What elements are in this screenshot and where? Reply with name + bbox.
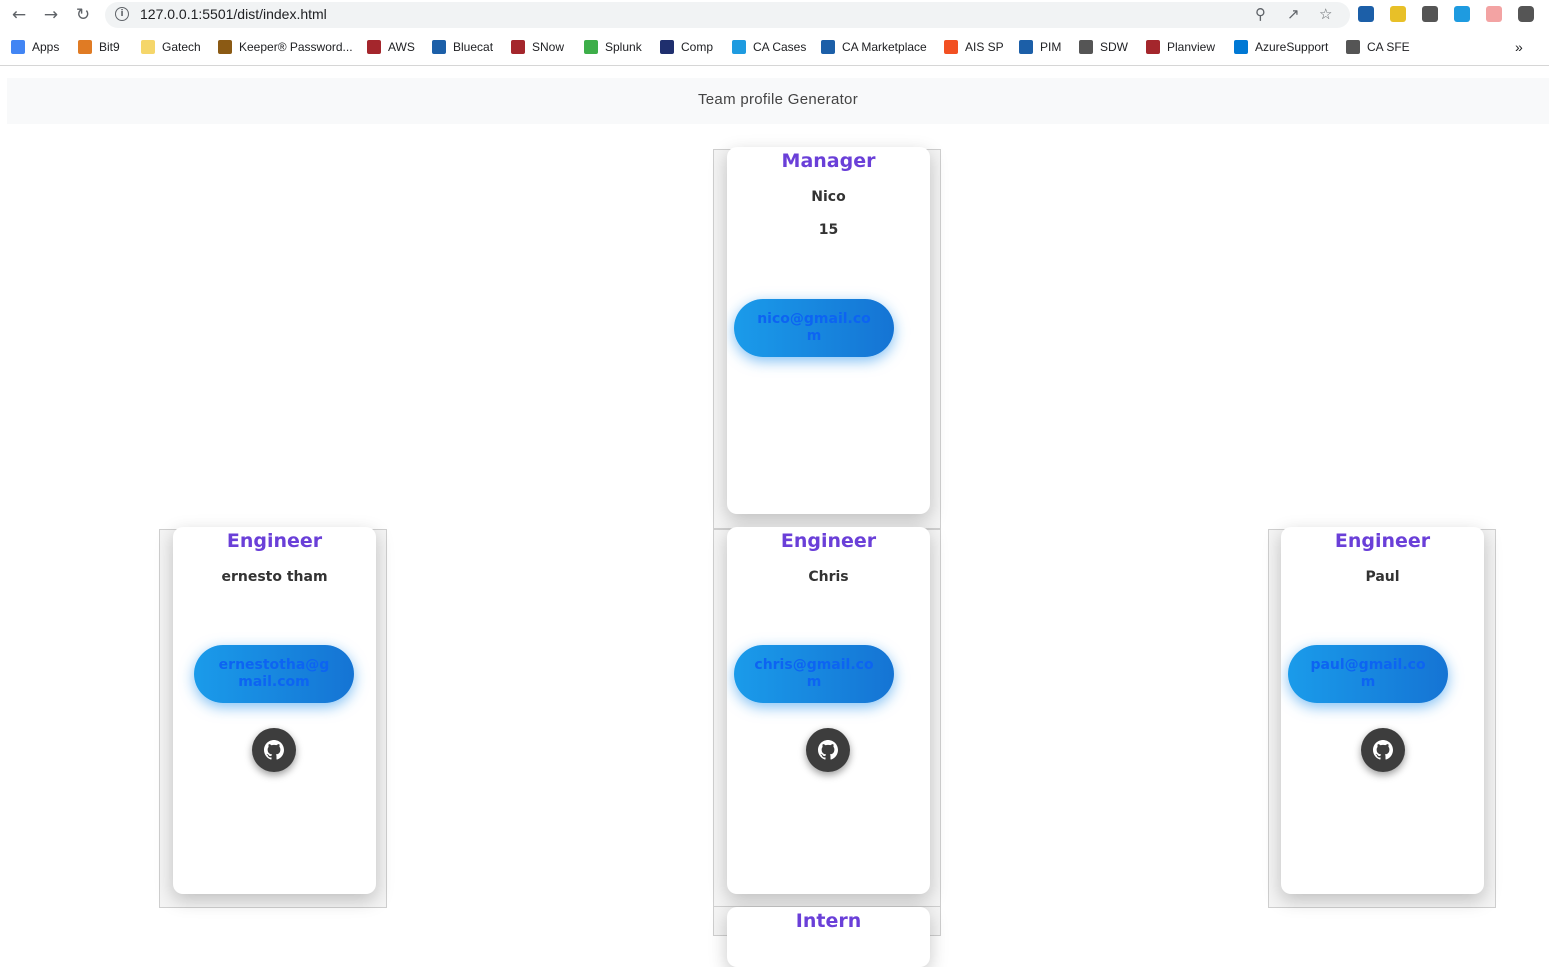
apps-grid-icon bbox=[11, 40, 25, 54]
email-button[interactable]: paul@gmail.com bbox=[1288, 645, 1448, 703]
keeper-icon bbox=[218, 40, 232, 54]
bookmark-label: Gatech bbox=[162, 40, 201, 54]
bookmark-label: CA Marketplace bbox=[842, 40, 927, 54]
bookmark-item[interactable]: Apps bbox=[11, 36, 59, 58]
card-role: Engineer bbox=[226, 530, 323, 552]
bookmark-item[interactable]: CA SFE bbox=[1346, 36, 1410, 58]
extension-key-icon[interactable] bbox=[1390, 6, 1406, 22]
bookmark-item[interactable]: Splunk bbox=[584, 36, 642, 58]
share-icon[interactable]: ↗ bbox=[1287, 5, 1300, 23]
bookmark-label: SNow bbox=[532, 40, 565, 54]
bookmark-label: Apps bbox=[32, 40, 60, 54]
extension-windows-icon[interactable] bbox=[1454, 6, 1470, 22]
bookmark-item[interactable]: AWS bbox=[367, 36, 415, 58]
planview-icon bbox=[1146, 40, 1160, 54]
extension-puzzle-dark-icon[interactable] bbox=[1422, 6, 1438, 22]
snow-icon bbox=[511, 40, 525, 54]
bookmark-label: AIS SP bbox=[965, 40, 1004, 54]
bluecat-icon bbox=[432, 40, 446, 54]
engineer-card: Engineer Chris chris@gmail.com bbox=[727, 527, 930, 894]
back-arrow-icon[interactable]: ← bbox=[8, 4, 30, 26]
bookmark-label: Splunk bbox=[605, 40, 642, 54]
splunk-icon bbox=[584, 40, 598, 54]
card-role: Engineer bbox=[780, 530, 877, 552]
page-title: Team profile Generator bbox=[697, 91, 858, 108]
bookmark-item[interactable]: SDW bbox=[1079, 36, 1128, 58]
card-name: Chris bbox=[808, 569, 849, 585]
card-role: Engineer bbox=[1334, 530, 1431, 552]
reload-icon[interactable]: ↻ bbox=[72, 4, 94, 26]
ais-sp-icon bbox=[944, 40, 958, 54]
extension-red-icon[interactable] bbox=[1486, 6, 1502, 22]
engineer-card: Engineer ernesto tham ernestotha@gmail.c… bbox=[173, 527, 376, 894]
email-button[interactable]: chris@gmail.com bbox=[734, 645, 894, 703]
bookmark-item[interactable]: Comp bbox=[660, 36, 713, 58]
intern-card: Intern bbox=[727, 907, 930, 967]
site-info-icon[interactable]: i bbox=[115, 7, 129, 21]
bookmark-label: AzureSupport bbox=[1255, 40, 1329, 54]
email-button[interactable]: nico@gmail.com bbox=[734, 299, 894, 357]
bookmark-item[interactable]: Planview bbox=[1146, 36, 1215, 58]
email-button[interactable]: ernestotha@gmail.com bbox=[194, 645, 354, 703]
ca-marketplace-icon bbox=[821, 40, 835, 54]
ca-cases-icon bbox=[732, 40, 746, 54]
bookmark-label: SDW bbox=[1100, 40, 1128, 54]
github-icon[interactable] bbox=[806, 728, 850, 772]
bookmark-label: Bit9 bbox=[99, 40, 120, 54]
manager-card: Manager Nico 15 nico@gmail.com bbox=[727, 147, 930, 514]
aws-icon bbox=[367, 40, 381, 54]
bookmark-item[interactable]: CA Cases bbox=[732, 36, 806, 58]
extensions-puzzle-icon[interactable] bbox=[1518, 6, 1534, 22]
bookmarks-bar: Apps Bit9 Gatech Keeper® Password... AWS Blue… bbox=[0, 36, 1549, 58]
github-icon[interactable] bbox=[252, 728, 296, 772]
bookmark-item[interactable]: AzureSupport bbox=[1234, 36, 1328, 58]
sdw-icon bbox=[1079, 40, 1093, 54]
bookmark-item[interactable]: Keeper® Password... bbox=[218, 36, 353, 58]
page-header: Team profile Generator bbox=[7, 78, 1549, 124]
bookmark-label: CA Cases bbox=[753, 40, 807, 54]
bookmarks-overflow-button[interactable]: » bbox=[1515, 36, 1523, 58]
address-url[interactable]: 127.0.0.1:5501/dist/index.html bbox=[140, 6, 327, 22]
card-role: Manager bbox=[781, 150, 876, 172]
pim-icon bbox=[1019, 40, 1033, 54]
bookmark-item[interactable]: PIM bbox=[1019, 36, 1061, 58]
bookmark-label: AWS bbox=[388, 40, 415, 54]
bookmark-label: Planview bbox=[1167, 40, 1216, 54]
card-name: ernesto tham bbox=[221, 569, 328, 585]
browser-chrome: ← → ↻ i 127.0.0.1:5501/dist/index.html ⚲… bbox=[0, 0, 1549, 66]
bookmark-label: Keeper® Password... bbox=[239, 40, 353, 54]
card-name: Nico bbox=[811, 189, 846, 205]
bookmark-item[interactable]: Gatech bbox=[141, 36, 201, 58]
bookmark-item[interactable]: CA Marketplace bbox=[821, 36, 927, 58]
ca-sfe-icon bbox=[1346, 40, 1360, 54]
card-office-number: 15 bbox=[818, 222, 839, 238]
bookmark-label: PIM bbox=[1040, 40, 1062, 54]
card-role: Intern bbox=[795, 910, 862, 932]
bookmark-item[interactable]: SNow bbox=[511, 36, 564, 58]
comp-icon bbox=[660, 40, 674, 54]
zoom-icon[interactable]: ⚲ bbox=[1255, 5, 1266, 23]
bookmark-label: Comp bbox=[681, 40, 714, 54]
forward-arrow-icon[interactable]: → bbox=[40, 4, 62, 26]
bookmark-label: CA SFE bbox=[1367, 40, 1410, 54]
engineer-card: Engineer Paul paul@gmail.com bbox=[1281, 527, 1484, 894]
bookmark-item[interactable]: Bit9 bbox=[78, 36, 120, 58]
azure-icon bbox=[1234, 40, 1248, 54]
github-icon[interactable] bbox=[1361, 728, 1405, 772]
bookmark-star-icon[interactable]: ☆ bbox=[1319, 5, 1332, 23]
bookmark-item[interactable]: Bluecat bbox=[432, 36, 493, 58]
card-name: Paul bbox=[1365, 569, 1400, 585]
address-bar[interactable]: i 127.0.0.1:5501/dist/index.html ⚲ ↗ ☆ bbox=[105, 2, 1350, 28]
bookmark-item[interactable]: AIS SP bbox=[944, 36, 1004, 58]
bit9-icon bbox=[78, 40, 92, 54]
extension-shield-icon[interactable] bbox=[1358, 6, 1374, 22]
folder-icon bbox=[141, 40, 155, 54]
bookmark-label: Bluecat bbox=[453, 40, 494, 54]
